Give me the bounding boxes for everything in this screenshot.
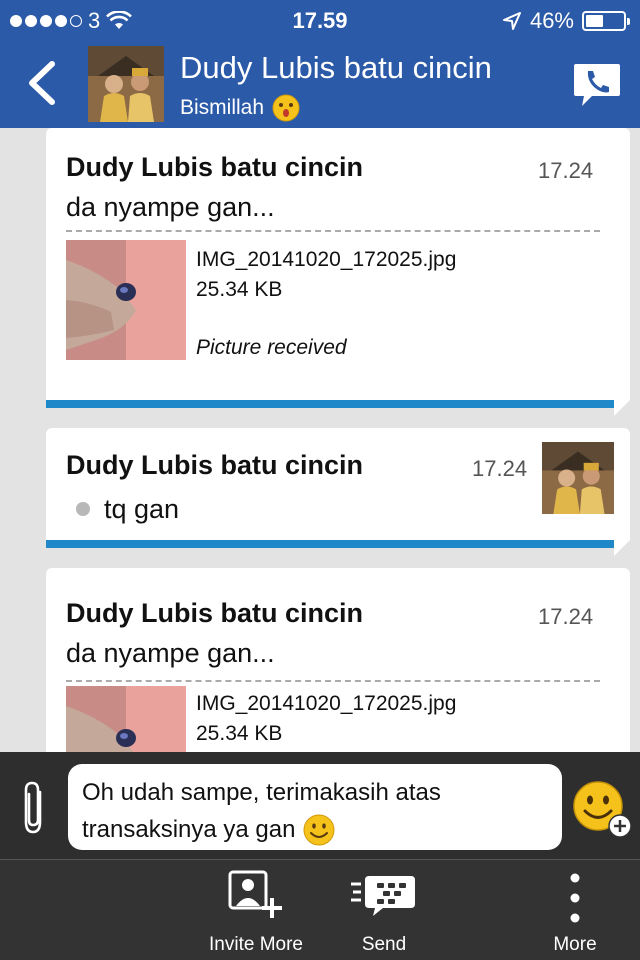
message-text: tq gan [104,494,180,524]
battery-percent: 46% [529,8,574,33]
message-bubble[interactable]: Dudy Lubis batu cincin 17.24 tq gan [46,428,630,540]
delivery-status-icon [76,502,90,516]
contact-status: Bismillah [180,94,300,122]
sender-avatar[interactable] [542,442,614,514]
bubble-tail [614,400,630,416]
send-label: Send [361,934,407,955]
invite-more-button[interactable]: Invite More [196,860,316,960]
message-time: 17.24 [538,604,594,629]
file-name: IMG_20141020_172025.jpg [196,248,457,271]
contact-name: Dudy Lubis batu cincin [180,50,492,85]
battery-fill [586,15,603,27]
battery-icon [582,11,630,31]
back-chevron-icon[interactable] [22,58,62,108]
message-text: da nyampe gan... [66,192,275,222]
message-sender: Dudy Lubis batu cincin [66,450,364,480]
bubble-tail [614,540,630,556]
chat-area[interactable]: Dudy Lubis batu cincin 17.24 da nyampe g… [0,128,640,752]
message-divider [66,230,600,232]
attachment-paperclip-icon[interactable] [18,778,50,838]
image-thumbnail[interactable] [66,686,186,752]
more-vertical-icon [570,873,580,923]
message-input-line2-row: transaksinya ya gan [82,811,548,848]
kiss-emoji-icon [272,94,300,122]
file-size: 25.34 KB [196,278,283,301]
message-sender: Dudy Lubis batu cincin [66,598,364,628]
send-bbm-icon [351,876,415,916]
message-input-line2: transaksinya ya gan [82,816,296,843]
message-input[interactable]: Oh udah sampe, terimakasih atas transaks… [68,764,562,850]
chat-header: Dudy Lubis batu cincin Bismillah [0,40,640,128]
message-time: 17.24 [538,158,594,183]
invite-more-label: Invite More [209,934,303,955]
status-bar: 3 17.59 46% [0,0,640,40]
message-time: 17.24 [472,456,528,481]
add-contact-icon [228,870,282,918]
file-size: 25.34 KB [196,722,283,745]
message-bubble[interactable]: Dudy Lubis batu cincin 17.24 da nyampe g… [46,568,630,752]
status-text: Bismillah [180,96,265,119]
more-label: More [553,934,597,955]
message-text: da nyampe gan... [66,638,275,668]
message-divider [66,680,600,682]
message-accent-bar [46,400,616,408]
file-status: Picture received [196,336,347,359]
message-input-line1: Oh udah sampe, terimakasih atas [82,779,441,806]
send-button[interactable]: Send [334,860,434,960]
bottom-toolbar: Invite More Send More [0,860,640,960]
emoji-picker-icon[interactable] [572,780,632,840]
image-thumbnail[interactable] [66,240,186,360]
message-accent-bar [46,540,616,548]
location-arrow-icon [502,12,521,30]
more-button[interactable]: More [530,860,620,960]
smile-emoji-icon [303,814,335,845]
message-composer: Oh udah sampe, terimakasih atas transaks… [0,752,640,860]
message-bubble[interactable]: Dudy Lubis batu cincin 17.24 da nyampe g… [46,128,630,400]
file-name: IMG_20141020_172025.jpg [196,692,457,715]
message-sender: Dudy Lubis batu cincin [66,152,364,182]
status-right: 46% [502,8,630,34]
contact-avatar[interactable] [88,46,164,122]
phone-call-icon[interactable] [572,62,622,108]
